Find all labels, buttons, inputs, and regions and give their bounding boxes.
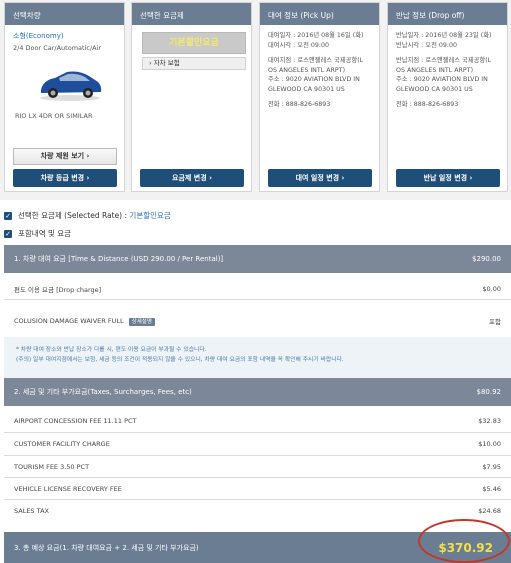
pickup-address-line2: GLEWOOD CA 90301 US [268, 85, 345, 93]
section2-title: 2. 세금 및 기타 부가요금(Taxes, Surcharges, Fees,… [14, 388, 192, 396]
pickup-phone: 전화 : 888-826-6893 [268, 101, 331, 108]
total-title: 3. 총 예상 요금(1. 차량 대여요금 + 2. 세금 및 기타 부가요금) [14, 543, 199, 552]
pickup-date: 대여일자 : 2016년 08월 16일 (화) [268, 32, 364, 39]
pickup-place-line1: 대여지점 : 로스앤젤레스 국제공항(L [268, 57, 364, 64]
includes-row: ✓ 포함내역 및 요금 [4, 228, 71, 239]
chevron-right-icon: › [149, 59, 152, 67]
dropoff-address-line1: 주소 : 9020 AVIATION BLVD IN [396, 76, 488, 83]
car-card: 선택차량 소형(Economy) 2/4 Door Car/Automatic/… [4, 2, 125, 192]
change-car-class-label: 차량 등급 변경 [40, 174, 85, 182]
dropoff-card-header: 반납 정보 (Drop off) [388, 3, 507, 25]
chevron-right-icon: › [209, 174, 212, 182]
selected-rate-value: 기본할인요금 [129, 211, 171, 220]
change-car-class-button[interactable]: 차량 등급 변경 › [13, 169, 117, 187]
table-row: VEHICLE LICENSE RECOVERY FEE $5.46 [4, 478, 511, 500]
dropoff-place-line1: 반납지점 : 로스앤젤레스 국제공항(L [396, 57, 492, 64]
row-value: $7.95 [482, 462, 501, 471]
car-card-header: 선택차량 [5, 3, 124, 25]
includes-label: 포함내역 및 요금 [18, 229, 72, 238]
rate-card: 선택한 요금제 기본할인요금 › 자차 보험 요금제 변경 › [131, 2, 252, 192]
row-label: 편도 이용 요금 [Drop charge] [14, 285, 102, 294]
pickup-card-header: 대여 정보 (Pick Up) [260, 3, 379, 25]
row-value: $0.00 [482, 284, 501, 293]
section1-header: 1. 차량 대여 요금 [Time & Distance (USD 290.00… [4, 245, 511, 273]
selected-rate-label: 선택한 요금제 (Selected Rate) : [18, 211, 128, 220]
section2-header: 2. 세금 및 기타 부가요금(Taxes, Surcharges, Fees,… [4, 378, 511, 406]
dropoff-time: 반납시각 : 오전 09:00 [396, 41, 458, 49]
row-label: TOURISM FEE 3.50 PCT [14, 462, 90, 471]
row-label: SALES TAX [14, 507, 49, 515]
row-value: 포함 [489, 317, 501, 326]
table-row: CUSTOMER FACILITY CHARGE $10.00 [4, 433, 511, 456]
pickup-place-line2: OS ANGELES INTL ARPT) [268, 66, 346, 74]
change-pickup-button[interactable]: 대여 일정 변경 › [268, 169, 372, 187]
dropoff-date: 반납일자 : 2016년 08월 23일 (화) [396, 32, 492, 39]
row-value: $24.68 [478, 507, 501, 515]
section2-amount: $80.92 [476, 388, 502, 396]
notice-line1: * 차량 대여 장소와 반납 장소가 다를 시, 편도 이용 요금이 부과될 수… [16, 347, 207, 353]
insurance-item: › 자차 보험 [142, 57, 246, 70]
checkbox-checked-icon[interactable]: ✓ [4, 211, 12, 220]
rate-plan-box: 기본할인요금 [142, 32, 246, 54]
pickup-time: 대여시각 : 오전 09:00 [268, 41, 330, 49]
detail-button[interactable]: 상세설명 [128, 317, 155, 326]
car-spec-button[interactable]: 차량 제원 보기 › [13, 148, 117, 165]
row-value: $10.00 [478, 440, 501, 448]
row-value: $32.83 [478, 417, 501, 425]
change-rate-button[interactable]: 요금제 변경 › [140, 169, 244, 187]
checkbox-checked-icon[interactable]: ✓ [4, 229, 12, 238]
car-type: 소형(Economy) [13, 32, 64, 40]
row-value: $5.46 [482, 484, 501, 493]
row-label: AIRPORT CONCESSION FEE 11.11 PCT [14, 417, 137, 425]
dropoff-phone: 전화 : 888-826-6893 [396, 101, 459, 108]
notice-box: * 차량 대여 장소와 반납 장소가 다를 시, 편도 이용 요금이 부과될 수… [4, 337, 511, 378]
change-dropoff-button[interactable]: 반납 일정 변경 › [396, 169, 500, 187]
chevron-right-icon: › [341, 174, 345, 182]
change-rate-label: 요금제 변경 [172, 174, 207, 182]
section1-amount: $290.00 [472, 255, 501, 263]
table-row: AIRPORT CONCESSION FEE 11.11 PCT $32.83 [4, 410, 511, 433]
car-image [40, 71, 102, 101]
table-row: 편도 이용 요금 [Drop charge] $0.00 [4, 278, 511, 300]
car-similar: RIO LX 4DR OR SIMILAR [15, 112, 93, 120]
dropoff-card: 반납 정보 (Drop off) 반납일자 : 2016년 08월 23일 (화… [387, 2, 508, 192]
chevron-right-icon: › [86, 174, 90, 182]
table-row: SALES TAX $24.68 [4, 500, 511, 522]
row-label: CUSTOMER FACILITY CHARGE [14, 440, 110, 448]
insurance-label: 자차 보험 [153, 59, 180, 67]
selected-rate-row: ✓ 선택한 요금제 (Selected Rate) : 기본할인요금 [4, 210, 171, 221]
dropoff-place-line2: OS ANGELES INTL ARPT) [396, 66, 474, 74]
summary-panels: 선택차량 소형(Economy) 2/4 Door Car/Automatic/… [0, 0, 511, 200]
row-label: COLUSION DAMAGE WAIVER FULL [14, 316, 124, 325]
highlight-circle [418, 519, 510, 563]
pickup-card: 대여 정보 (Pick Up) 대여일자 : 2016년 08월 16일 (화)… [259, 2, 380, 192]
table-row: TOURISM FEE 3.50 PCT $7.95 [4, 456, 511, 478]
chevron-right-icon: › [86, 152, 90, 160]
change-dropoff-label: 반납 일정 변경 [423, 174, 468, 182]
rate-card-header: 선택한 요금제 [132, 3, 251, 25]
pickup-address-line1: 주소 : 9020 AVIATION BLVD IN [268, 76, 360, 83]
row-label: VEHICLE LICENSE RECOVERY FEE [14, 484, 122, 493]
chevron-right-icon: › [469, 174, 473, 182]
car-description: 2/4 Door Car/Automatic/Air [13, 44, 102, 52]
section1-title: 1. 차량 대여 요금 [Time & Distance (USD 290.00… [14, 255, 224, 263]
change-pickup-label: 대여 일정 변경 [295, 174, 340, 182]
car-spec-button-label: 차량 제원 보기 [40, 152, 85, 160]
notice-line2: (주의) 일부 대여지점에서는 보험, 세금 등의 조건이 적용되지 않을 수 … [16, 357, 344, 363]
dropoff-address-line2: GLEWOOD CA 90301 US [396, 85, 473, 93]
table-row: COLUSION DAMAGE WAIVER FULL 상세설명 포함 [4, 307, 511, 334]
